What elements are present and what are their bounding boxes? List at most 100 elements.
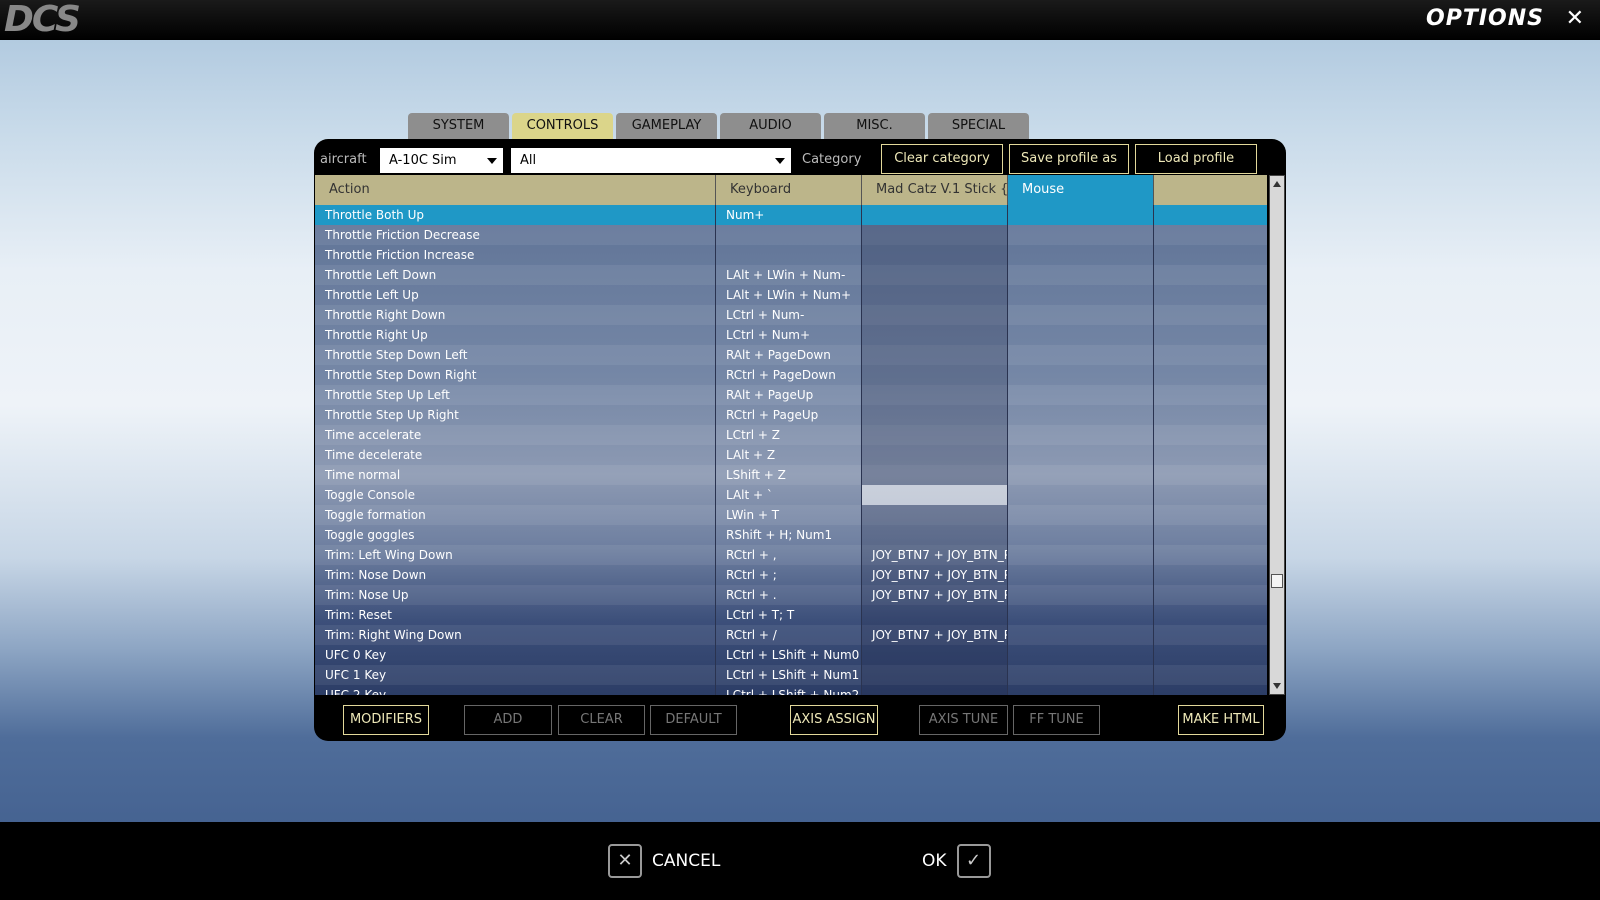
extra-cell[interactable] (1154, 385, 1267, 405)
extra-cell[interactable] (1154, 285, 1267, 305)
action-cell[interactable]: Throttle Friction Decrease (315, 225, 716, 245)
extra-cell[interactable] (1154, 525, 1267, 545)
action-cell[interactable]: Throttle Step Up Left (315, 385, 716, 405)
category-select[interactable]: All (511, 148, 791, 173)
mouse-cell[interactable] (1008, 465, 1154, 485)
table-row[interactable]: Throttle Left Down LAlt + LWin + Num- (315, 265, 1267, 285)
extra-cell[interactable] (1154, 665, 1267, 685)
table-row[interactable]: Throttle Right Up LCtrl + Num+ (315, 325, 1267, 345)
header-action[interactable]: Action (315, 175, 716, 205)
table-row[interactable]: Time decelerate LAlt + Z (315, 445, 1267, 465)
joystick-cell[interactable] (862, 425, 1008, 445)
keyboard-cell[interactable] (716, 245, 862, 265)
extra-cell[interactable] (1154, 345, 1267, 365)
joystick-cell[interactable] (862, 605, 1008, 625)
action-cell[interactable]: Throttle Left Up (315, 285, 716, 305)
default-button[interactable]: DEFAULT (650, 705, 737, 735)
keyboard-cell[interactable]: LShift + Z (716, 465, 862, 485)
action-cell[interactable]: Throttle Left Down (315, 265, 716, 285)
action-cell[interactable]: Throttle Step Down Right (315, 365, 716, 385)
keyboard-cell[interactable]: LWin + T (716, 505, 862, 525)
mouse-cell[interactable] (1008, 225, 1154, 245)
mouse-cell[interactable] (1008, 245, 1154, 265)
table-row[interactable]: Throttle Step Down Right RCtrl + PageDown (315, 365, 1267, 385)
mouse-cell[interactable] (1008, 625, 1154, 645)
joystick-cell[interactable] (862, 685, 1008, 695)
joystick-cell[interactable] (862, 445, 1008, 465)
keyboard-cell[interactable]: LCtrl + Num- (716, 305, 862, 325)
action-cell[interactable]: UFC 2 Key (315, 685, 716, 695)
extra-cell[interactable] (1154, 585, 1267, 605)
table-row[interactable]: UFC 0 Key LCtrl + LShift + Num0 (315, 645, 1267, 665)
joystick-cell[interactable] (862, 645, 1008, 665)
tab-special[interactable]: SPECIAL (928, 113, 1029, 139)
keyboard-cell[interactable]: LCtrl + LShift + Num0 (716, 645, 862, 665)
action-cell[interactable]: Throttle Friction Increase (315, 245, 716, 265)
mouse-cell[interactable] (1008, 345, 1154, 365)
table-row[interactable]: UFC 2 Key LCtrl + LShift + Num2 (315, 685, 1267, 695)
keyboard-cell[interactable]: RCtrl + PageUp (716, 405, 862, 425)
keyboard-cell[interactable]: LAlt + LWin + Num- (716, 265, 862, 285)
mouse-cell[interactable] (1008, 585, 1154, 605)
mouse-cell[interactable] (1008, 305, 1154, 325)
keyboard-cell[interactable]: LCtrl + T; T (716, 605, 862, 625)
load-profile-button[interactable]: Load profile (1135, 144, 1257, 174)
keyboard-cell[interactable]: RAlt + PageUp (716, 385, 862, 405)
extra-cell[interactable] (1154, 205, 1267, 225)
mouse-cell[interactable] (1008, 525, 1154, 545)
axis-tune-button[interactable]: AXIS TUNE (919, 705, 1008, 735)
keyboard-cell[interactable]: RAlt + PageDown (716, 345, 862, 365)
table-row[interactable]: Trim: Reset LCtrl + T; T (315, 605, 1267, 625)
keyboard-cell[interactable]: LAlt + Z (716, 445, 862, 465)
action-cell[interactable]: Toggle formation (315, 505, 716, 525)
extra-cell[interactable] (1154, 625, 1267, 645)
table-row[interactable]: Toggle goggles RShift + H; Num1 (315, 525, 1267, 545)
scroll-down-icon[interactable] (1273, 683, 1281, 689)
joystick-cell[interactable] (862, 285, 1008, 305)
extra-cell[interactable] (1154, 645, 1267, 665)
cancel-button[interactable]: ✕ CANCEL (608, 844, 720, 878)
table-row[interactable]: Time accelerate LCtrl + Z (315, 425, 1267, 445)
table-row[interactable]: Toggle formation LWin + T (315, 505, 1267, 525)
tab-system[interactable]: SYSTEM (408, 113, 509, 139)
joystick-cell[interactable] (862, 245, 1008, 265)
extra-cell[interactable] (1154, 365, 1267, 385)
header-joystick[interactable]: Mad Catz V.1 Stick { (862, 175, 1008, 205)
axis-assign-button[interactable]: AXIS ASSIGN (790, 705, 878, 735)
table-row[interactable]: Throttle Left Up LAlt + LWin + Num+ (315, 285, 1267, 305)
table-row[interactable]: Throttle Friction Decrease (315, 225, 1267, 245)
mouse-cell[interactable] (1008, 545, 1154, 565)
table-row[interactable]: Throttle Step Up Left RAlt + PageUp (315, 385, 1267, 405)
action-cell[interactable]: Trim: Nose Down (315, 565, 716, 585)
table-row[interactable]: Trim: Left Wing Down RCtrl + , JOY_BTN7 + … (315, 545, 1267, 565)
mouse-cell[interactable] (1008, 265, 1154, 285)
joystick-cell[interactable]: JOY_BTN7 + JOY_BTN_PO (862, 625, 1008, 645)
action-cell[interactable]: Trim: Left Wing Down (315, 545, 716, 565)
extra-cell[interactable] (1154, 425, 1267, 445)
mouse-cell[interactable] (1008, 325, 1154, 345)
joystick-cell[interactable] (862, 325, 1008, 345)
action-cell[interactable]: Throttle Both Up (315, 205, 716, 225)
keyboard-cell[interactable]: RCtrl + . (716, 585, 862, 605)
joystick-cell[interactable] (862, 465, 1008, 485)
extra-cell[interactable] (1154, 545, 1267, 565)
joystick-cell[interactable] (862, 265, 1008, 285)
clear-button[interactable]: CLEAR (558, 705, 645, 735)
mouse-cell[interactable] (1008, 425, 1154, 445)
action-cell[interactable]: Throttle Right Up (315, 325, 716, 345)
joystick-cell[interactable]: JOY_BTN7 + JOY_BTN_PO (862, 585, 1008, 605)
save-profile-button[interactable]: Save profile as (1009, 144, 1129, 174)
keyboard-cell[interactable]: LAlt + ` (716, 485, 862, 505)
action-cell[interactable]: Toggle Console (315, 485, 716, 505)
joystick-cell[interactable] (862, 365, 1008, 385)
action-cell[interactable]: UFC 0 Key (315, 645, 716, 665)
tab-misc[interactable]: MISC. (824, 113, 925, 139)
action-cell[interactable]: Toggle goggles (315, 525, 716, 545)
extra-cell[interactable] (1154, 485, 1267, 505)
extra-cell[interactable] (1154, 685, 1267, 695)
mouse-cell[interactable] (1008, 205, 1154, 225)
joystick-cell[interactable] (862, 665, 1008, 685)
mouse-cell[interactable] (1008, 365, 1154, 385)
mouse-cell[interactable] (1008, 605, 1154, 625)
joystick-cell[interactable]: JOY_BTN7 + JOY_BTN_PO (862, 545, 1008, 565)
